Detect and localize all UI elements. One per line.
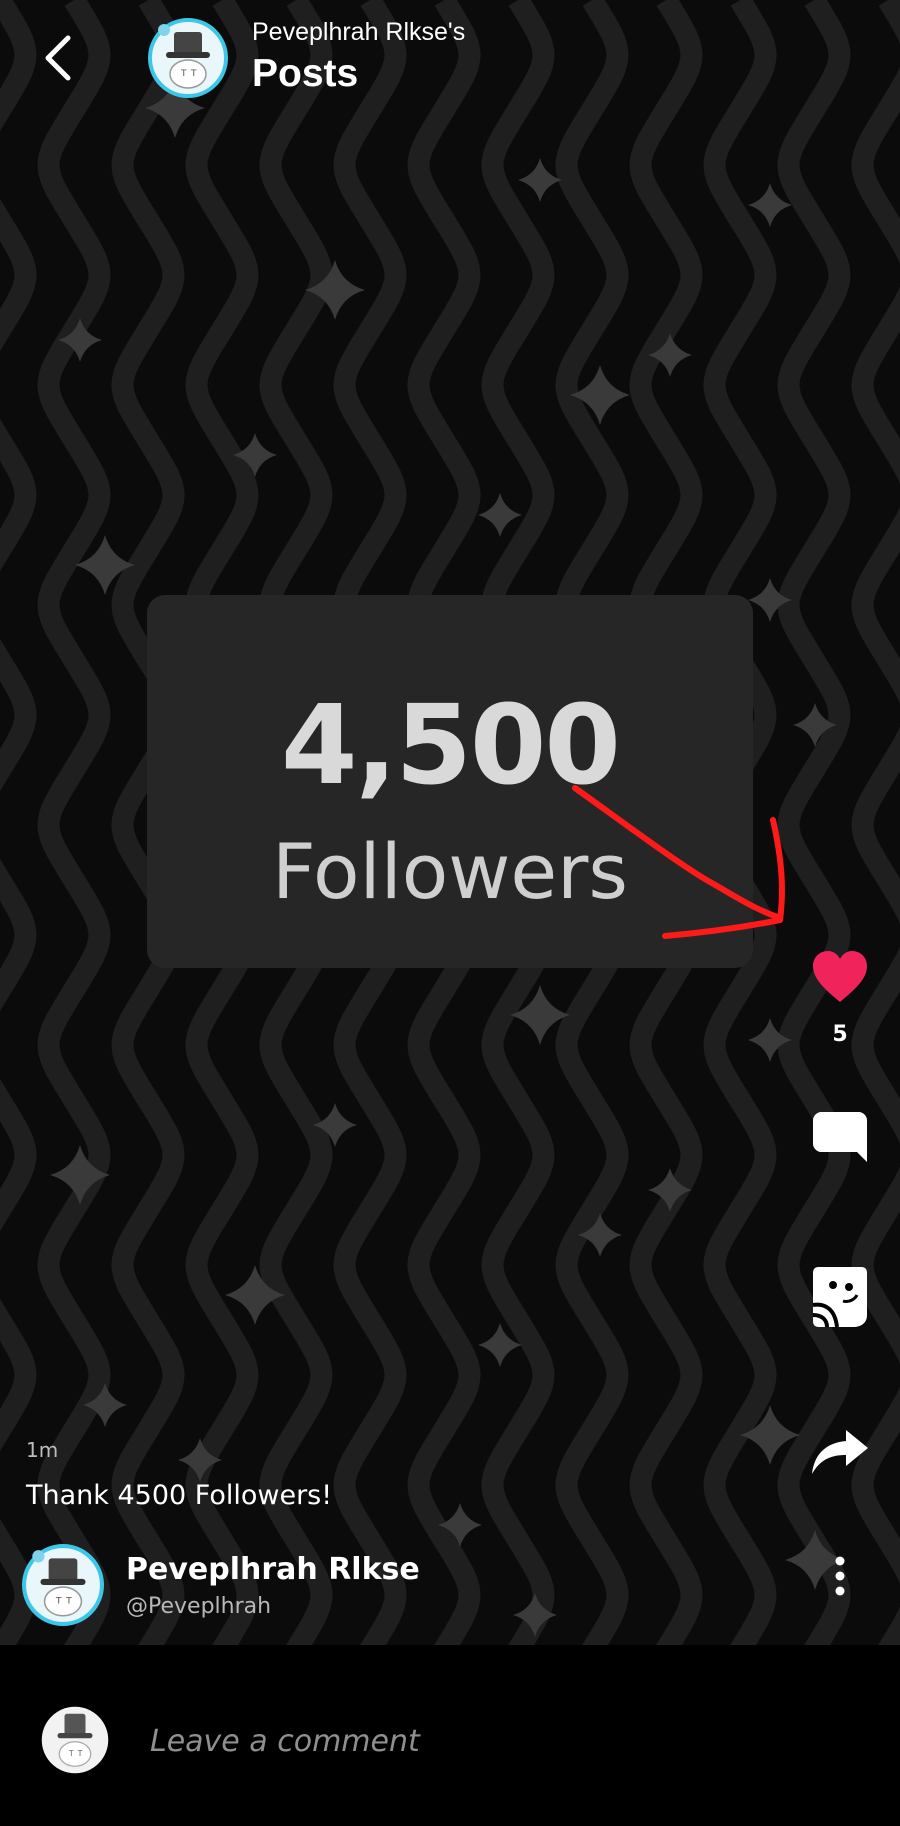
post-caption: Thank 4500 Followers! <box>26 1480 333 1511</box>
sparkle <box>518 158 562 202</box>
avatar[interactable]: T T <box>148 18 228 98</box>
like-count: 5 <box>832 1022 848 1047</box>
avatar-image: T T <box>41 1706 109 1774</box>
heart-icon <box>813 951 867 1002</box>
svg-text:T: T <box>190 69 197 79</box>
share-button[interactable] <box>810 1428 870 1480</box>
author-avatar[interactable]: T T <box>22 1544 104 1626</box>
sticker-icon <box>812 1267 867 1328</box>
more-options-button[interactable] <box>830 1555 850 1601</box>
author-handle[interactable]: @Peveplhrah <box>126 1594 271 1619</box>
svg-text:T: T <box>68 1749 74 1758</box>
more-vertical-icon <box>835 1556 845 1596</box>
wave-stripe <box>37 0 111 1645</box>
action-rail: 5 <box>780 0 900 1645</box>
svg-text:T: T <box>55 1595 62 1606</box>
avatar-image: T T <box>148 18 228 98</box>
annotation-arrow <box>572 785 785 939</box>
author-name[interactable]: Peveplhrah Rlkse <box>126 1552 420 1587</box>
comment-button[interactable] <box>811 1108 869 1170</box>
like-button[interactable] <box>811 950 869 1008</box>
page-title: Posts <box>252 52 359 95</box>
svg-text:T: T <box>77 1749 83 1758</box>
current-user-avatar: T T <box>40 1705 110 1775</box>
avatar-image: T T <box>22 1544 104 1626</box>
sparkle <box>478 493 522 537</box>
sticker-button[interactable] <box>811 1265 869 1333</box>
svg-text:T: T <box>180 69 187 79</box>
chevron-left-icon <box>45 35 71 81</box>
back-button[interactable] <box>36 30 84 86</box>
wave-stripe <box>0 0 37 1645</box>
header: T T Peveplhrah Rlkse's Posts <box>0 0 900 110</box>
share-arrow-icon <box>812 1430 868 1474</box>
comment-input[interactable] <box>148 1712 752 1770</box>
post-owner-label: Peveplhrah Rlkse's <box>252 18 466 46</box>
svg-text:T: T <box>65 1595 72 1606</box>
post-timestamp: 1m <box>26 1438 59 1462</box>
speech-bubble-icon <box>813 1112 867 1162</box>
